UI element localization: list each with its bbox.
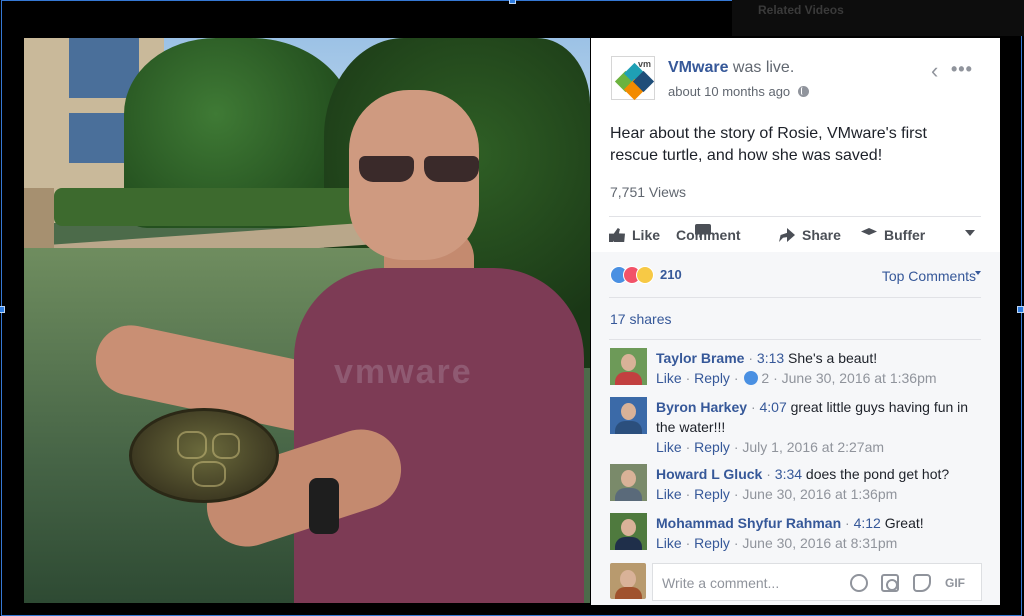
comment-reply-link[interactable]: Reply (694, 439, 730, 455)
share-label: Share (802, 227, 841, 243)
comment-date[interactable]: June 30, 2016 at 1:36pm (742, 486, 897, 502)
comment-like-link[interactable]: Like (656, 535, 682, 551)
comment-input-placeholder: Write a comment... (662, 575, 780, 591)
reaction-count[interactable]: 210 (660, 267, 682, 282)
comment-button[interactable]: Comment (676, 224, 741, 246)
comment-reply-link[interactable]: Reply (694, 370, 730, 386)
comments-section: 210 Top Comments 17 shares Taylor Brame … (591, 252, 1000, 605)
divider (609, 297, 981, 298)
buffer-icon (861, 228, 877, 235)
comment-composer: Write a comment... GIF (610, 563, 982, 601)
comment-body: Byron Harkey · 4:07 great little guys ha… (656, 399, 969, 455)
view-count: 7,751 Views (610, 184, 687, 200)
divider (609, 216, 981, 217)
resize-handle-left[interactable] (0, 306, 5, 313)
resize-handle-top[interactable] (509, 0, 516, 4)
thumbs-up-icon (609, 228, 625, 242)
share-button[interactable]: Share (779, 224, 841, 246)
comment-timecode[interactable]: 3:13 (757, 350, 784, 366)
comment-like-count[interactable]: 2 (761, 370, 769, 386)
action-bar: Like Comment Share Buffer (609, 222, 981, 248)
comment-text: does the pond get hot? (805, 466, 950, 482)
post-timestamp-text[interactable]: about 10 months ago (668, 84, 790, 99)
haha-reaction-icon (636, 266, 654, 284)
comment-timecode[interactable]: 3:34 (775, 466, 802, 482)
avatar[interactable] (610, 464, 647, 501)
page-name-link[interactable]: VMware (668, 59, 728, 76)
related-videos-title: Related Videos (758, 3, 844, 17)
commenter-name[interactable]: Byron Harkey (656, 399, 747, 415)
buffer-label: Buffer (884, 227, 926, 243)
comment-sort-dropdown[interactable]: Top Comments (882, 268, 976, 284)
chevron-left-icon[interactable]: ‹ (931, 60, 938, 82)
sticker-icon[interactable] (913, 574, 931, 592)
commenter-name[interactable]: Howard L Gluck (656, 466, 762, 482)
comment-reply-link[interactable]: Reply (694, 535, 730, 551)
camera-icon[interactable] (881, 574, 899, 592)
commenter-name[interactable]: Taylor Brame (656, 350, 744, 366)
avatar[interactable] (610, 348, 647, 385)
like-count-icon (744, 371, 759, 385)
share-icon (779, 228, 795, 242)
commenter-name[interactable]: Mohammad Shyfur Rahman (656, 515, 841, 531)
vmware-logo[interactable]: vm (611, 56, 655, 101)
avatar[interactable] (610, 397, 647, 434)
comment-body: Taylor Brame · 3:13 She's a beaut! Like … (656, 350, 937, 386)
post-message: Hear about the story of Rosie, VMware's … (610, 125, 927, 164)
post-panel: vm VMware was live. about 10 months ago … (591, 38, 1000, 605)
comment-body: Howard L Gluck · 3:34 does the pond get … (656, 466, 950, 502)
divider (609, 339, 981, 340)
comment-reply-link[interactable]: Reply (694, 486, 730, 502)
comment-timecode[interactable]: 4:12 (854, 515, 881, 531)
post-timestamp[interactable]: about 10 months ago (668, 84, 809, 99)
comment-like-link[interactable]: Like (656, 486, 682, 502)
comment-date[interactable]: June 30, 2016 at 8:31pm (742, 535, 897, 551)
related-videos-header: Related Videos (732, 0, 1024, 36)
comment-text: She's a beaut! (788, 350, 878, 366)
post-action-text: was live. (732, 59, 795, 76)
video-hedge (54, 188, 384, 226)
resize-handle-right[interactable] (1017, 306, 1024, 313)
more-options-icon[interactable]: ••• (951, 59, 973, 80)
comment-date[interactable]: June 30, 2016 at 1:36pm (782, 370, 937, 386)
like-label: Like (632, 227, 661, 243)
comment-like-link[interactable]: Like (656, 370, 682, 386)
shares-link[interactable]: 17 shares (610, 311, 671, 327)
comment-body: Mohammad Shyfur Rahman · 4:12 Great! Lik… (656, 515, 924, 551)
like-button[interactable]: Like (609, 224, 660, 246)
video-player[interactable]: vmware (24, 38, 590, 603)
chevron-down-icon[interactable] (965, 230, 975, 236)
caret-down-icon (975, 271, 981, 275)
comment-timecode[interactable]: 4:07 (760, 399, 787, 415)
comment-text: Great! (884, 515, 924, 531)
current-user-avatar (610, 563, 646, 599)
globe-icon (797, 86, 809, 97)
comment-like-link[interactable]: Like (656, 439, 682, 455)
buffer-button[interactable]: Buffer (861, 224, 925, 246)
shirt-logo: vmware (334, 353, 473, 391)
sunglasses (359, 156, 489, 186)
gif-button[interactable]: GIF (945, 576, 965, 590)
post-header: VMware was live. (668, 59, 794, 77)
emoji-icon[interactable] (850, 574, 868, 592)
comment-date[interactable]: July 1, 2016 at 2:27am (742, 439, 884, 455)
turtle (129, 408, 279, 503)
comment-input[interactable]: Write a comment... GIF (652, 563, 982, 601)
video-watch (309, 478, 339, 534)
avatar[interactable] (610, 513, 647, 550)
